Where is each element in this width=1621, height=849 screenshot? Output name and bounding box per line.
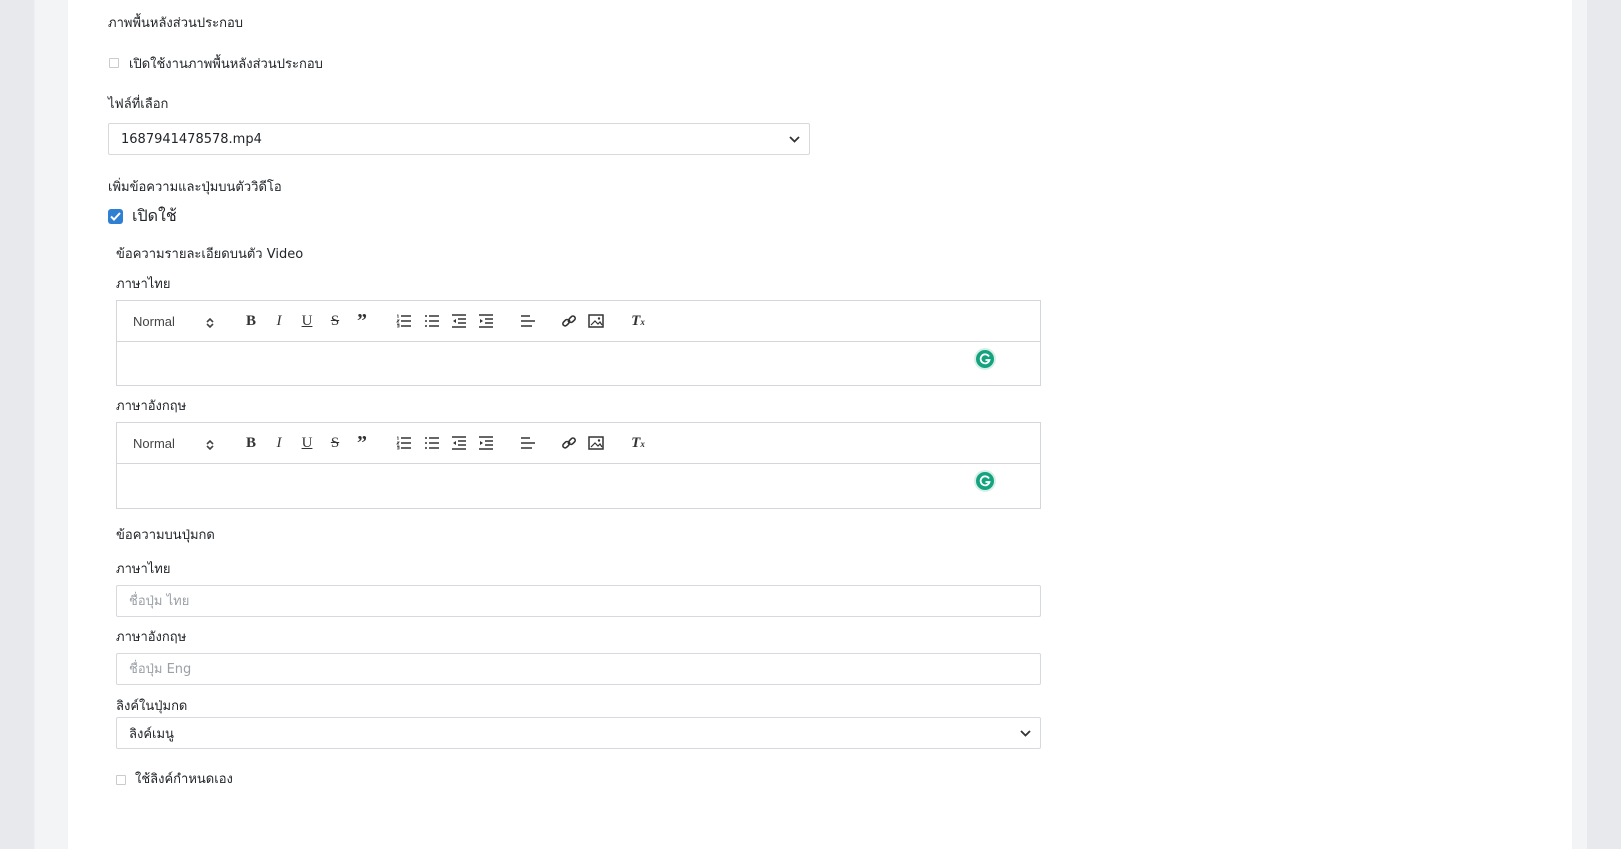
clear-format-icon[interactable]: Tx — [629, 312, 647, 330]
indent-icon[interactable] — [477, 312, 495, 330]
rich-text-editor-thai[interactable]: Normal B I U S ” Tx — [116, 300, 1041, 386]
bg-section-title: ภาพพื้นหลังส่วนประกอบ — [108, 16, 244, 31]
bg-enable-checkbox[interactable] — [109, 58, 119, 68]
format-select[interactable]: Normal — [133, 436, 175, 451]
bg-enable-label: เปิดใช้งานภาพพื้นหลังส่วนประกอบ — [129, 57, 323, 72]
button-text-title: ข้อความบนปุ่มกด — [116, 528, 215, 543]
file-label: ไฟล์ที่เลือก — [108, 97, 169, 112]
video-detail-title: ข้อความรายละเอียดบนตัว Video — [116, 247, 304, 262]
bold-icon[interactable]: B — [242, 434, 260, 452]
editor-toolbar: Normal B I U S ” Tx — [117, 423, 1040, 464]
link-icon[interactable] — [560, 312, 578, 330]
italic-icon[interactable]: I — [270, 312, 288, 330]
updown-icon — [206, 314, 214, 333]
chevron-down-icon — [779, 135, 809, 143]
outdent-icon[interactable] — [450, 312, 468, 330]
link-icon[interactable] — [560, 434, 578, 452]
button-link-label: ลิงค์ในปุ่มกด — [116, 699, 188, 714]
detail-thai-label: ภาษาไทย — [116, 277, 171, 292]
button-link-select[interactable]: ลิงค์เมนู — [116, 717, 1041, 749]
button-eng-label: ภาษาอังกฤษ — [116, 630, 187, 645]
ordered-list-icon[interactable] — [395, 312, 413, 330]
right-gutter — [1572, 0, 1587, 849]
grammarly-icon[interactable] — [974, 348, 996, 370]
grammarly-icon[interactable] — [974, 470, 996, 492]
bold-icon[interactable]: B — [242, 312, 260, 330]
button-thai-label: ภาษาไทย — [116, 562, 171, 577]
strikethrough-icon[interactable]: S — [326, 434, 344, 452]
image-icon[interactable] — [587, 312, 605, 330]
overlay-section-title: เพิ่มข้อความและปุ่มบนตัววิดีโอ — [108, 180, 282, 195]
underline-icon[interactable]: U — [298, 434, 316, 452]
ordered-list-icon[interactable] — [395, 434, 413, 452]
format-select[interactable]: Normal — [133, 314, 175, 329]
file-select[interactable]: 1687941478578.mp4 — [108, 123, 810, 155]
chevron-down-icon — [1010, 729, 1040, 737]
bullet-list-icon[interactable] — [423, 312, 441, 330]
clear-format-icon[interactable]: Tx — [629, 434, 647, 452]
button-eng-input[interactable] — [116, 653, 1041, 685]
left-background-strip — [0, 0, 34, 849]
button-link-value: ลิงค์เมนู — [129, 726, 174, 742]
underline-icon[interactable]: U — [298, 312, 316, 330]
right-background-strip — [1587, 0, 1621, 849]
indent-icon[interactable] — [477, 434, 495, 452]
bullet-list-icon[interactable] — [423, 434, 441, 452]
custom-link-label: ใช้ลิงค์กำหนดเอง — [135, 772, 233, 787]
italic-icon[interactable]: I — [270, 434, 288, 452]
left-gutter — [35, 0, 68, 849]
outdent-icon[interactable] — [450, 434, 468, 452]
overlay-enable-checkbox[interactable] — [108, 209, 123, 224]
overlay-enable-label: เปิดใช้ — [132, 206, 177, 225]
detail-eng-label: ภาษาอังกฤษ — [116, 399, 187, 414]
button-thai-input[interactable] — [116, 585, 1041, 617]
check-icon — [110, 212, 121, 221]
strikethrough-icon[interactable]: S — [326, 312, 344, 330]
editor-toolbar: Normal B I U S ” Tx — [117, 301, 1040, 342]
updown-icon — [206, 436, 214, 455]
rich-text-editor-eng[interactable]: Normal B I U S ” Tx — [116, 422, 1041, 509]
blockquote-icon[interactable]: ” — [353, 432, 371, 454]
custom-link-checkbox[interactable] — [116, 775, 126, 785]
align-left-icon[interactable] — [519, 434, 537, 452]
file-select-value: 1687941478578.mp4 — [121, 131, 262, 147]
blockquote-icon[interactable]: ” — [353, 310, 371, 332]
image-icon[interactable] — [587, 434, 605, 452]
align-left-icon[interactable] — [519, 312, 537, 330]
